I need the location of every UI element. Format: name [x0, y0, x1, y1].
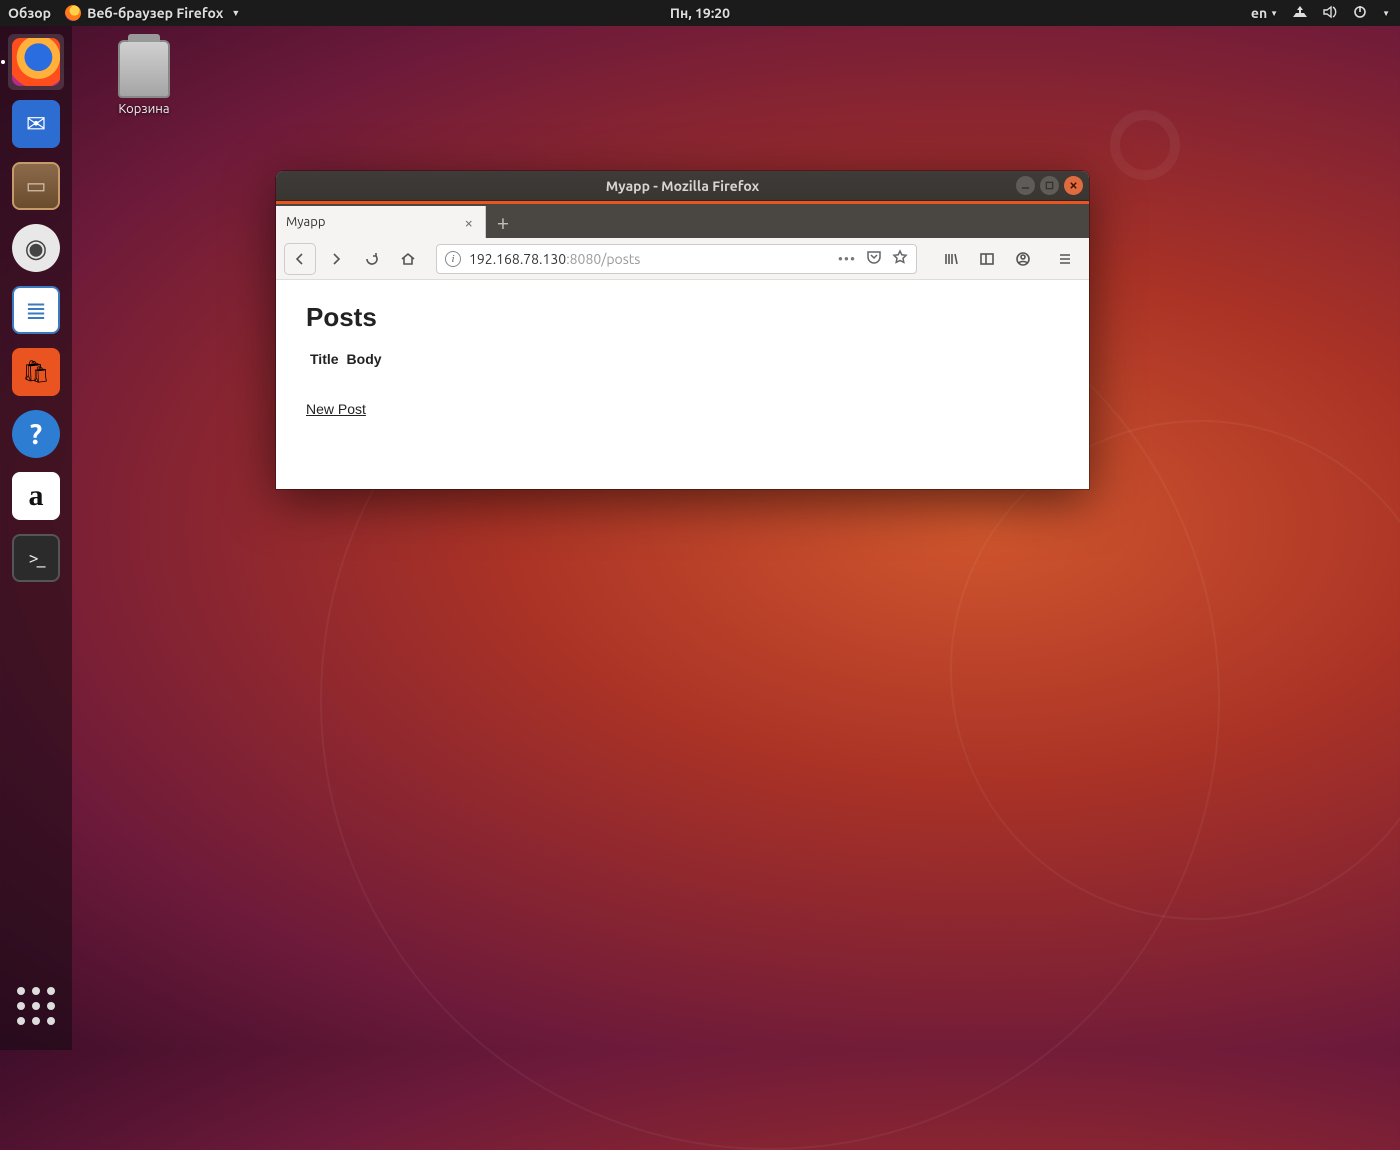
hamburger-menu-button[interactable]: [1049, 243, 1081, 275]
input-language-indicator[interactable]: en ▼: [1251, 5, 1278, 21]
url-text: 192.168.78.130:8080/posts: [469, 251, 640, 267]
volume-icon[interactable]: [1322, 4, 1338, 23]
desktop-trash-label: Корзина: [100, 102, 188, 116]
terminal-icon: [12, 534, 60, 582]
amazon-icon: [12, 472, 60, 520]
clock[interactable]: Пн, 19:20: [670, 5, 730, 21]
chevron-down-icon: ▼: [1382, 9, 1390, 18]
pocket-icon[interactable]: [866, 249, 882, 268]
url-host: 192.168.78.130: [469, 251, 566, 267]
firefox-icon: [65, 5, 81, 21]
window-titlebar[interactable]: Myapp - Mozilla Firefox: [276, 171, 1089, 201]
chevron-down-icon: ▼: [231, 8, 240, 18]
url-bar[interactable]: i 192.168.78.130:8080/posts •••: [436, 244, 917, 274]
window-maximize-button[interactable]: [1040, 176, 1059, 195]
column-title: Title: [310, 351, 339, 367]
home-button[interactable]: [392, 243, 424, 275]
firefox-icon: [12, 38, 60, 86]
activities-button[interactable]: Обзор: [8, 5, 51, 21]
library-icon[interactable]: [935, 243, 967, 275]
show-applications-button[interactable]: [12, 982, 60, 1030]
input-language-label: en: [1251, 5, 1267, 21]
table-header: Title Body: [310, 351, 1059, 367]
dock-writer[interactable]: [8, 282, 64, 338]
browser-tab[interactable]: Myapp ×: [276, 206, 486, 238]
dock-rhythmbox[interactable]: [8, 220, 64, 276]
tab-strip: Myapp × +: [276, 204, 1089, 238]
system-tray: en ▼ ▼: [1251, 4, 1390, 23]
dock-thunderbird[interactable]: [8, 96, 64, 152]
app-menu-button[interactable]: Веб-браузер Firefox ▼: [65, 5, 240, 21]
dock-software[interactable]: [8, 344, 64, 400]
url-path: :8080/posts: [566, 251, 640, 267]
sidebar-icon[interactable]: [971, 243, 1003, 275]
reload-button[interactable]: [356, 243, 388, 275]
column-body: Body: [347, 351, 382, 367]
back-button[interactable]: [284, 243, 316, 275]
power-icon[interactable]: [1352, 4, 1368, 23]
page-heading: Posts: [306, 302, 1059, 333]
network-icon[interactable]: [1292, 4, 1308, 23]
writer-icon: [12, 286, 60, 334]
account-icon[interactable]: [1007, 243, 1039, 275]
new-post-link[interactable]: New Post: [306, 401, 366, 417]
dock: [0, 26, 72, 1050]
new-tab-button[interactable]: +: [486, 206, 520, 238]
files-icon: [12, 162, 60, 210]
window-title: Myapp - Mozilla Firefox: [606, 178, 759, 194]
firefox-window: Myapp - Mozilla Firefox Myapp × + i 192.…: [276, 171, 1089, 489]
dock-firefox[interactable]: [8, 34, 64, 90]
dock-terminal[interactable]: [8, 530, 64, 586]
wallpaper-decoration: [1110, 110, 1180, 180]
help-icon: [12, 410, 60, 458]
chevron-down-icon: ▼: [1270, 9, 1278, 18]
window-minimize-button[interactable]: [1016, 176, 1035, 195]
top-panel: Обзор Веб-браузер Firefox ▼ Пн, 19:20 en…: [0, 0, 1400, 26]
page-content: Posts Title Body New Post: [276, 280, 1089, 489]
rhythmbox-icon: [12, 224, 60, 272]
software-center-icon: [12, 348, 60, 396]
window-close-button[interactable]: [1064, 176, 1083, 195]
trash-icon: [118, 40, 170, 98]
tab-label: Myapp: [286, 215, 325, 229]
dock-amazon[interactable]: [8, 468, 64, 524]
thunderbird-icon: [12, 100, 60, 148]
tab-close-button[interactable]: ×: [463, 212, 475, 233]
site-info-icon[interactable]: i: [445, 251, 461, 267]
browser-toolbar: i 192.168.78.130:8080/posts •••: [276, 238, 1089, 280]
page-actions-icon[interactable]: •••: [838, 251, 856, 267]
app-menu-label: Веб-браузер Firefox: [87, 5, 223, 21]
dock-help[interactable]: [8, 406, 64, 462]
bookmark-star-icon[interactable]: [892, 249, 908, 268]
dock-files[interactable]: [8, 158, 64, 214]
desktop-trash[interactable]: Корзина: [100, 40, 188, 116]
forward-button[interactable]: [320, 243, 352, 275]
